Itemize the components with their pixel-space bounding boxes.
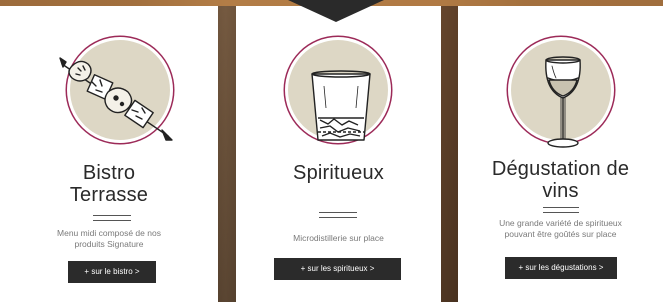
card-spiritueux: Spiritueux Microdistillerie sur place + … [236,6,441,302]
wine-glass-icon [545,56,581,148]
card-description: Microdistillerie sur place [236,233,441,244]
card-title-line-1: Bistro [82,162,136,184]
divider [319,212,357,218]
card-description-line-1: Une grande variété de spiritueux [499,218,622,228]
divider [93,215,131,221]
card-title-line-2: vins [542,180,579,202]
card-degustation: Dégustation de vins Une grande variété d… [458,6,663,302]
card-description-line-1: Menu midi composé de nos [57,228,161,238]
card-title: Spiritueux [236,162,441,184]
spiritueux-more-button[interactable]: + sur les spiritueux > [274,258,401,280]
card-description-line-2: pouvant être goûtés sur place [504,229,617,239]
card-title-line-1: Spiritueux [293,162,384,184]
bistro-more-button[interactable]: + sur le bistro > [68,261,156,283]
divider [543,207,579,213]
whisky-glass-icon [311,70,371,141]
card-description-line-2: produits Signature [74,239,144,249]
degustation-more-button[interactable]: + sur les dégustations > [505,257,617,279]
skewer-icon [59,57,173,141]
nav-notch [288,0,384,22]
card-bistro: Bistro Terrasse Menu midi composé de nos… [0,6,218,302]
card-title: Dégustation de vins [458,158,663,202]
card-title: Bistro Terrasse [0,162,218,206]
card-description: Une grande variété de spiritueux pouvant… [458,218,663,240]
card-description-line-1: Microdistillerie sur place [293,233,384,243]
card-title-line-2: Terrasse [69,184,149,206]
card-title-line-1: Dégustation de [491,158,630,180]
card-description: Menu midi composé de nos produits Signat… [0,228,218,250]
